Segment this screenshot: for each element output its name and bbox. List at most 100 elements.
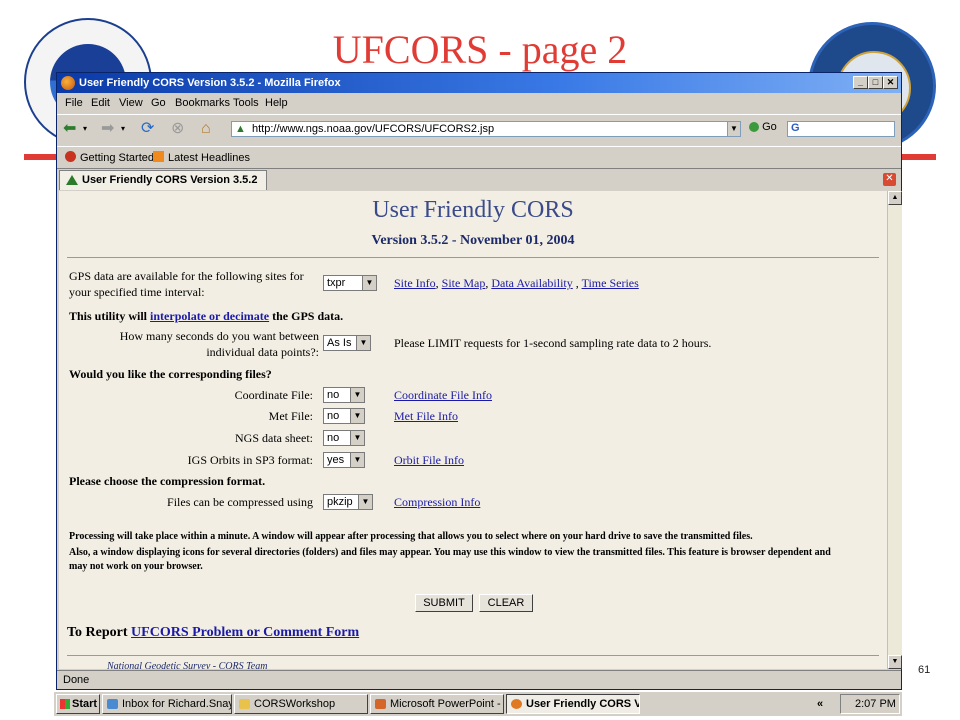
window-titlebar[interactable]: User Friendly CORS Version 3.5.2 - Mozil… <box>57 73 901 93</box>
seconds-label-line-2: individual data points?: <box>206 345 319 359</box>
close-tab-icon[interactable]: ✕ <box>883 173 896 186</box>
menu-edit[interactable]: Edit <box>91 97 110 109</box>
back-dropdown-icon[interactable]: ▾ <box>83 120 87 138</box>
page-version: Version 3.5.2 - November 01, 2004 <box>371 233 575 248</box>
ngs-datasheet-label: NGS data sheet: <box>235 431 313 445</box>
igs-orbits-label: IGS Orbits in SP3 format: <box>187 453 313 467</box>
met-file-select[interactable]: no ▼ <box>323 408 365 424</box>
powerpoint-icon <box>375 699 386 709</box>
maximize-button[interactable]: □ <box>868 76 883 89</box>
window-title: User Friendly CORS Version 3.5.2 - Mozil… <box>79 77 341 89</box>
go-label: Go <box>762 121 777 133</box>
processing-note: Processing will take place within a minu… <box>69 531 753 542</box>
menu-go[interactable]: Go <box>151 97 166 109</box>
divider <box>67 655 879 656</box>
folder-icon <box>239 699 250 709</box>
chevron-down-icon: ▼ <box>350 453 364 467</box>
site-icon: ▲ <box>235 123 246 135</box>
report-form-link[interactable]: UFCORS Problem or Comment Form <box>131 625 359 640</box>
task-label: Microsoft PowerPoint - [... <box>390 698 504 710</box>
url-dropdown-button[interactable]: ▼ <box>727 121 741 137</box>
igs-orbits-select[interactable]: yes ▼ <box>323 452 365 468</box>
tab-label: User Friendly CORS Version 3.5.2 <box>82 174 258 186</box>
vertical-scrollbar[interactable]: ▲ ▼ <box>887 191 902 669</box>
chevron-down-icon: ▼ <box>362 276 376 290</box>
window-note-line-1: Also, a window displaying icons for seve… <box>69 547 831 558</box>
go-button[interactable]: Go <box>749 121 777 133</box>
compression-select[interactable]: pkzip ▼ <box>323 494 373 510</box>
menu-bookmarks[interactable]: Bookmarks <box>175 97 230 109</box>
system-tray: « 2:07 PM <box>817 694 900 714</box>
time-series-link[interactable]: Time Series <box>582 276 639 290</box>
slide-page-number: 61 <box>918 664 931 676</box>
menu-help[interactable]: Help <box>265 97 288 109</box>
search-input[interactable]: G <box>787 121 895 137</box>
window-note-line-2: may not work on your browser. <box>69 561 203 572</box>
divider <box>67 257 879 258</box>
sites-label-line-2: your specified time interval: <box>69 285 205 299</box>
windows-taskbar: Start Inbox for Richard.Snay... CORSWork… <box>54 691 902 716</box>
task-corsworkshop[interactable]: CORSWorkshop <box>234 694 368 714</box>
menu-file[interactable]: File <box>65 97 83 109</box>
coordinate-file-value: no <box>327 389 340 401</box>
task-label: Inbox for Richard.Snay... <box>122 698 232 710</box>
close-button[interactable]: ✕ <box>883 76 898 89</box>
site-icon <box>66 175 78 185</box>
reload-icon[interactable]: ⟳ <box>141 120 154 138</box>
tray-expand-icon[interactable]: « <box>817 695 823 713</box>
site-info-link[interactable]: Site Info <box>394 276 436 290</box>
navigation-toolbar: ⬅ ▾ ➡ ▾ ⟳ ⊗ ⌂ ▲ http://www.ngs.noaa.gov/… <box>57 114 901 145</box>
compression-label: Files can be compressed using <box>167 495 313 509</box>
ngs-datasheet-value: no <box>327 432 340 444</box>
clock: 2:07 PM <box>855 698 896 710</box>
clear-button[interactable]: CLEAR <box>479 594 533 612</box>
chevron-down-icon: ▼ <box>350 409 364 423</box>
url-bar[interactable]: ▲ http://www.ngs.noaa.gov/UFCORS/UFCORS2… <box>231 121 737 137</box>
task-powerpoint[interactable]: Microsoft PowerPoint - [... <box>370 694 504 714</box>
tab-user-friendly-cors[interactable]: User Friendly CORS Version 3.5.2 <box>59 170 267 190</box>
mail-icon <box>107 699 118 709</box>
scroll-up-icon[interactable]: ▲ <box>888 191 902 205</box>
site-map-link[interactable]: Site Map <box>442 276 486 290</box>
coordinate-file-info-link[interactable]: Coordinate File Info <box>394 388 492 403</box>
stop-icon[interactable]: ⊗ <box>171 120 184 138</box>
interpolate-link[interactable]: interpolate or decimate <box>150 309 269 323</box>
submit-button[interactable]: SUBMIT <box>415 594 473 612</box>
ngs-datasheet-select[interactable]: no ▼ <box>323 430 365 446</box>
task-inbox[interactable]: Inbox for Richard.Snay... <box>102 694 232 714</box>
files-heading: Would you like the corresponding files? <box>69 367 272 381</box>
compression-heading: Please choose the compression format. <box>69 474 266 488</box>
compression-select-value: pkzip <box>327 496 353 508</box>
site-select-value: txpr <box>327 277 346 289</box>
bookmark-latest-headlines[interactable]: Latest Headlines <box>153 151 250 164</box>
start-button[interactable]: Start <box>56 694 100 714</box>
orbit-file-info-link[interactable]: Orbit File Info <box>394 453 464 468</box>
footer-text: National Geodetic Survey - CORS Team <box>107 661 268 669</box>
seconds-label-line-1: How many seconds do you want between <box>119 329 319 343</box>
minimize-button[interactable]: _ <box>853 76 868 89</box>
tab-bar: User Friendly CORS Version 3.5.2 ✕ <box>57 168 901 191</box>
firefox-icon <box>61 76 75 90</box>
home-icon[interactable]: ⌂ <box>201 120 211 138</box>
chevron-down-icon: ▼ <box>350 388 364 402</box>
compression-info-link[interactable]: Compression Info <box>394 495 480 510</box>
chevron-down-icon: ▼ <box>356 336 370 350</box>
back-icon[interactable]: ⬅ <box>63 120 76 138</box>
site-select[interactable]: txpr ▼ <box>323 275 377 291</box>
coordinate-file-select[interactable]: no ▼ <box>323 387 365 403</box>
report-text: To Report <box>67 625 128 640</box>
data-availability-link[interactable]: Data Availability <box>491 276 572 290</box>
bookmark-label: Getting Started <box>80 152 154 164</box>
browser-window: User Friendly CORS Version 3.5.2 - Mozil… <box>56 72 902 690</box>
met-file-info-link[interactable]: Met File Info <box>394 409 458 424</box>
menu-tools[interactable]: Tools <box>233 97 259 109</box>
bookmarks-toolbar: Getting Started Latest Headlines <box>57 146 901 167</box>
seconds-select[interactable]: As Is ▼ <box>323 335 371 351</box>
forward-dropdown-icon[interactable]: ▾ <box>121 120 125 138</box>
forward-icon[interactable]: ➡ <box>101 120 114 138</box>
scroll-down-icon[interactable]: ▼ <box>888 655 902 669</box>
task-firefox[interactable]: User Friendly CORS V... <box>506 694 640 714</box>
firefox-icon <box>511 699 522 709</box>
bookmark-getting-started[interactable]: Getting Started <box>65 151 154 164</box>
menu-view[interactable]: View <box>119 97 143 109</box>
